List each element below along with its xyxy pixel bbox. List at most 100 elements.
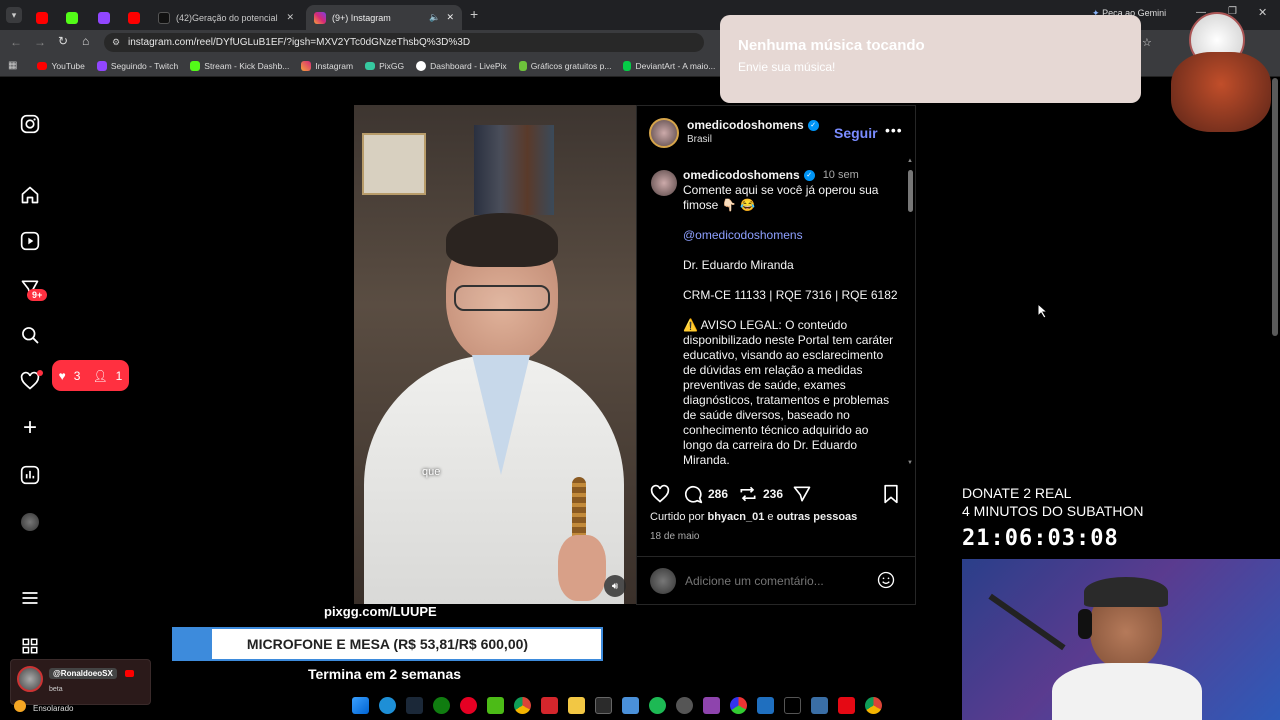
donate-line1: DONATE 2 REAL xyxy=(962,485,1072,501)
spotify-icon[interactable] xyxy=(649,696,666,714)
tab-tiktok[interactable]: (42)Geração do potencial desp ✕ xyxy=(150,5,302,30)
pix-url: pixgg.com/LUUPE xyxy=(324,604,437,619)
url-text: instagram.com/reel/DYfUGLuB1EF/?igsh=MXV… xyxy=(128,37,471,48)
adobe-icon[interactable] xyxy=(541,696,558,714)
bookmark-deviantart[interactable]: DeviantArt - A maio... xyxy=(623,60,715,71)
new-tab-button[interactable]: + xyxy=(470,6,478,22)
folder-icon[interactable] xyxy=(568,696,585,714)
save-icon[interactable] xyxy=(882,484,900,509)
instagram-logo-icon[interactable] xyxy=(18,112,42,136)
instagram-icon xyxy=(314,11,326,24)
tab-search-button[interactable]: ▾ xyxy=(6,7,22,23)
menu-icon[interactable] xyxy=(18,586,42,610)
home-icon[interactable] xyxy=(18,183,42,207)
tiktok-icon[interactable] xyxy=(784,696,801,714)
likes-count: 3 xyxy=(73,368,81,383)
bookmark-star-icon[interactable]: ☆ xyxy=(1142,36,1152,49)
taskbar xyxy=(200,690,960,720)
tab-instagram[interactable]: (9+) Instagram 🔈 ✕ xyxy=(306,5,462,30)
tab-twitch[interactable] xyxy=(90,5,116,30)
reel-video[interactable]: que 🔊︎ xyxy=(354,105,636,604)
obs-icon[interactable] xyxy=(730,696,747,714)
comment-input[interactable] xyxy=(685,572,875,590)
youtube-icon xyxy=(36,11,48,24)
more-apps-icon[interactable] xyxy=(18,634,42,658)
donate-info: DONATE 2 REAL 4 MINUTOS DO SUBATHON xyxy=(962,484,1144,520)
caption-legal: ⚠️ AVISO LEGAL: O conteúdo disponibiliza… xyxy=(683,318,894,467)
emoji-icon[interactable] xyxy=(876,570,896,595)
subathon-timer: 21:06:03:08 xyxy=(962,526,1119,551)
repost-icon[interactable] xyxy=(738,484,758,509)
bookmark-instagram[interactable]: Instagram xyxy=(301,60,353,71)
back-icon[interactable]: ← xyxy=(10,35,22,49)
terminal-icon[interactable] xyxy=(595,696,612,714)
github-icon[interactable] xyxy=(676,696,693,714)
liked-by-mid: e xyxy=(764,511,777,523)
liked-by-user[interactable]: bhyacn_01 xyxy=(707,511,764,523)
chrome-icon[interactable] xyxy=(514,696,531,714)
close-tab-icon[interactable]: ✕ xyxy=(286,12,294,23)
volume-icon[interactable]: 🔊︎ xyxy=(604,575,626,597)
bookmark-label: Stream - Kick Dashb... xyxy=(204,60,290,71)
bookmark-livepix[interactable]: Dashboard - LivePix xyxy=(416,60,507,71)
app-icon-2[interactable] xyxy=(757,696,774,714)
liked-by-others[interactable]: outras pessoas xyxy=(777,511,858,523)
site-info-icon[interactable]: ⚙ xyxy=(112,33,120,52)
game-icon[interactable] xyxy=(703,696,720,714)
author-header: omedicodoshomens ✓ xyxy=(687,118,819,132)
tab-kick[interactable] xyxy=(58,5,84,30)
steam-icon[interactable] xyxy=(406,696,423,714)
calculator-icon[interactable] xyxy=(622,696,639,714)
search-icon[interactable] xyxy=(18,323,42,347)
edge-icon[interactable] xyxy=(379,696,396,714)
caption-scrollbar[interactable]: ▲ ▼ xyxy=(907,158,915,468)
caption-username[interactable]: omedicodoshomens xyxy=(683,168,800,182)
donate-line2: 4 MINUTOS DO SUBATHON xyxy=(962,503,1144,519)
dashboard-icon[interactable] xyxy=(18,463,42,487)
speaker-icon[interactable]: 🔈 xyxy=(429,12,440,23)
tab-youtube[interactable] xyxy=(28,5,54,30)
tab-title: (9+) Instagram xyxy=(332,12,391,23)
bookmark-graphics[interactable]: Gráficos gratuitos p... xyxy=(518,60,611,71)
home-icon[interactable]: ⌂ xyxy=(82,34,89,48)
bookmark-kick[interactable]: Stream - Kick Dashb... xyxy=(190,60,290,71)
chat-user: @RonaldoeoSX xyxy=(49,668,117,679)
app-icon[interactable] xyxy=(487,696,504,714)
tab-youtube-2[interactable] xyxy=(120,5,146,30)
app-icon-3[interactable] xyxy=(811,696,828,714)
author-username[interactable]: omedicodoshomens xyxy=(687,118,804,132)
xbox-icon[interactable] xyxy=(433,696,450,714)
bookmark-twitch[interactable]: Seguindo - Twitch xyxy=(96,60,178,71)
create-icon[interactable]: + xyxy=(18,414,42,441)
profile-avatar[interactable] xyxy=(18,510,42,534)
reload-icon[interactable]: ↻ xyxy=(58,34,68,48)
apps-icon[interactable]: ▦ xyxy=(8,60,17,71)
address-bar[interactable]: ⚙ instagram.com/reel/DYfUGLuB1EF/?igsh=M… xyxy=(104,33,704,52)
author-avatar[interactable] xyxy=(649,118,679,148)
post-panel: omedicodoshomens ✓ Brasil Seguir ••• ome… xyxy=(636,105,916,605)
instagram-icon xyxy=(301,60,312,71)
reels-icon[interactable] xyxy=(18,229,42,253)
follow-button[interactable]: Seguir xyxy=(834,125,878,141)
more-options-icon[interactable]: ••• xyxy=(885,122,903,138)
share-icon[interactable] xyxy=(792,484,812,509)
post-date: 18 de maio xyxy=(650,531,700,542)
chrome-icon-2[interactable] xyxy=(865,696,882,714)
caption-mention[interactable]: @omedicodoshomens xyxy=(683,228,899,243)
like-icon[interactable] xyxy=(650,484,670,509)
comment-avatar[interactable] xyxy=(651,170,677,196)
bookmark-youtube[interactable]: YouTube xyxy=(37,60,85,71)
livepix-icon xyxy=(416,60,427,71)
close-tab-icon[interactable]: ✕ xyxy=(446,12,454,23)
forward-icon[interactable]: → xyxy=(34,35,46,49)
netflix-icon[interactable] xyxy=(838,696,855,714)
bookshelf xyxy=(474,125,554,215)
bookmark-pixgg[interactable]: PixGG xyxy=(365,61,404,71)
comment-icon[interactable] xyxy=(683,484,703,509)
headphones xyxy=(1078,609,1092,639)
post-location[interactable]: Brasil xyxy=(687,134,712,145)
windows-start-icon[interactable] xyxy=(352,696,369,714)
bookmark-label: YouTube xyxy=(51,60,85,71)
pinterest-icon[interactable] xyxy=(460,696,477,714)
activity-tooltip[interactable]: ♥ 3 👤︎ 1 xyxy=(52,360,129,391)
